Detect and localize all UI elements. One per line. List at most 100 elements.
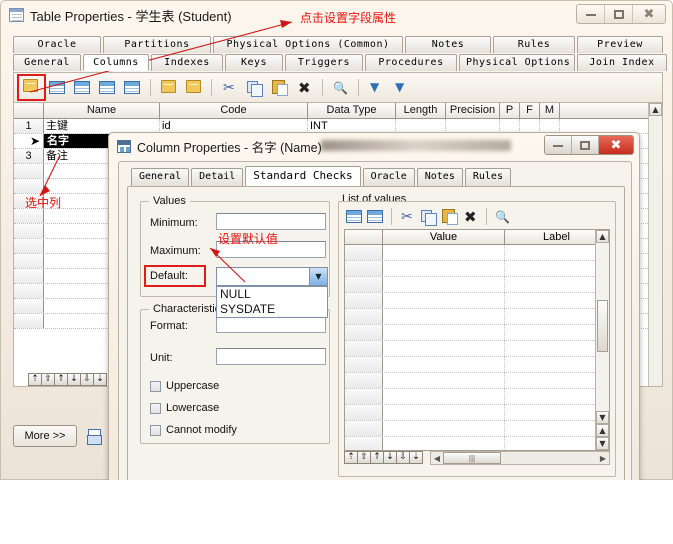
minimize-button[interactable]	[577, 5, 605, 23]
close-button[interactable]: ✖	[633, 5, 665, 23]
row-data-type[interactable]: INT	[308, 119, 396, 133]
lov-label-cell[interactable]	[505, 421, 609, 436]
last-row-icon[interactable]: ⇣	[409, 451, 423, 464]
minimum-input[interactable]	[216, 213, 326, 230]
copy-list-icon[interactable]	[158, 78, 179, 98]
insert-row-icon[interactable]	[47, 78, 68, 98]
tab-join-index[interactable]: Join Index	[577, 54, 667, 71]
list-item[interactable]	[345, 373, 609, 389]
delete-icon[interactable]: ✖	[294, 78, 315, 98]
lov-label-cell[interactable]	[505, 277, 609, 292]
tab-procedures[interactable]: Procedures	[365, 54, 457, 71]
tab-oracle[interactable]: Oracle	[13, 36, 101, 53]
scroll-top-icon[interactable]: ▲	[596, 424, 609, 437]
unit-input[interactable]	[216, 348, 326, 365]
list-item[interactable]	[345, 357, 609, 373]
lov-label-cell[interactable]	[505, 373, 609, 388]
find-icon[interactable]: 🔍	[492, 207, 511, 225]
list-item[interactable]	[345, 341, 609, 357]
list-item[interactable]	[345, 245, 609, 261]
row-p[interactable]	[500, 119, 520, 133]
paste-icon[interactable]	[269, 78, 290, 98]
scroll-right-icon[interactable]: ▶	[597, 454, 609, 463]
dialog-tab-notes[interactable]: Notes	[416, 168, 463, 186]
lov-value-cell[interactable]	[383, 293, 505, 308]
grid-vertical-scrollbar[interactable]: ▲	[648, 103, 662, 386]
lov-label-cell[interactable]	[505, 325, 609, 340]
lov-vertical-scrollbar[interactable]: ▲ ▼ ▲ ▼	[595, 230, 609, 450]
tab-keys[interactable]: Keys	[225, 54, 283, 71]
prev-row-icon[interactable]: ↑	[54, 373, 68, 386]
dialog-tab-rules[interactable]: Rules	[464, 168, 511, 186]
grid-header-data-type[interactable]: Data Type	[308, 103, 396, 118]
next-page-icon[interactable]: ⇩	[396, 451, 410, 464]
properties-icon[interactable]	[17, 74, 46, 101]
list-item[interactable]	[345, 421, 609, 437]
dropdown-option-sysdate[interactable]: SYSDATE	[217, 302, 327, 317]
add-column-icon[interactable]	[97, 78, 118, 98]
copy-icon[interactable]	[244, 78, 265, 98]
lov-label-cell[interactable]	[505, 309, 609, 324]
tab-columns[interactable]: Columns	[83, 54, 149, 71]
lov-value-cell[interactable]	[383, 325, 505, 340]
list-item[interactable]	[345, 277, 609, 293]
filter-icon[interactable]: ▼	[366, 78, 387, 98]
scrollbar-thumb[interactable]: |||	[443, 452, 501, 464]
dialog-minimize-button[interactable]	[545, 136, 572, 154]
cut-icon[interactable]: ✂	[397, 207, 416, 225]
lov-header-value[interactable]: Value	[383, 230, 505, 244]
add-row-icon[interactable]	[72, 78, 93, 98]
copy-icon[interactable]	[418, 207, 437, 226]
tab-physical-options[interactable]: Physical Options	[459, 54, 575, 71]
scroll-up-icon[interactable]: ▲	[596, 230, 609, 243]
dialog-maximize-button[interactable]	[572, 136, 599, 154]
tab-general[interactable]: General	[13, 54, 81, 71]
dialog-tab-general[interactable]: General	[131, 168, 190, 186]
paste-list-icon[interactable]	[183, 78, 204, 98]
default-dropdown-list[interactable]: NULL SYSDATE	[216, 286, 328, 318]
list-item[interactable]	[345, 309, 609, 325]
tab-indexes[interactable]: Indexes	[151, 54, 223, 71]
uppercase-checkbox[interactable]: Uppercase	[150, 380, 219, 392]
maximize-button[interactable]	[605, 5, 633, 23]
list-item[interactable]	[345, 261, 609, 277]
paste-icon[interactable]	[439, 207, 458, 225]
list-item[interactable]	[345, 405, 609, 421]
delete-icon[interactable]: ✖	[460, 207, 479, 226]
lov-label-cell[interactable]	[505, 245, 609, 260]
lov-value-cell[interactable]	[383, 309, 505, 324]
tab-notes[interactable]: Notes	[405, 36, 491, 53]
lov-label-cell[interactable]	[505, 405, 609, 420]
cut-icon[interactable]: ✂	[219, 78, 240, 98]
lov-value-cell[interactable]	[383, 389, 505, 404]
lov-label-cell[interactable]	[505, 357, 609, 372]
lowercase-checkbox[interactable]: Lowercase	[150, 402, 219, 414]
dialog-tab-standard-checks[interactable]: Standard Checks	[245, 166, 361, 186]
grid-header-precision[interactable]: Precision	[446, 103, 500, 118]
lov-value-cell[interactable]	[383, 373, 505, 388]
lov-value-cell[interactable]	[383, 261, 505, 276]
tab-physical-options-common[interactable]: Physical Options (Common)	[213, 36, 403, 53]
more-button[interactable]: More >>	[13, 425, 77, 447]
next-row-icon[interactable]: ↓	[67, 373, 81, 386]
lov-value-cell[interactable]	[383, 357, 505, 372]
lov-value-cell[interactable]	[383, 421, 505, 436]
lov-label-cell[interactable]	[505, 293, 609, 308]
lov-value-cell[interactable]	[383, 437, 505, 450]
row-m[interactable]	[540, 119, 560, 133]
row-length[interactable]	[396, 119, 446, 133]
lov-value-cell[interactable]	[383, 405, 505, 420]
print-icon[interactable]	[87, 429, 102, 445]
dropdown-option-null[interactable]: NULL	[217, 287, 327, 302]
grid-header-f[interactable]: F	[520, 103, 540, 118]
tab-preview[interactable]: Preview	[577, 36, 663, 53]
scrollbar-thumb[interactable]	[597, 300, 608, 352]
next-row-icon[interactable]: ↓	[383, 451, 397, 464]
list-item[interactable]	[345, 437, 609, 450]
grid-header-m[interactable]: M	[540, 103, 560, 118]
tab-triggers[interactable]: Triggers	[285, 54, 363, 71]
list-of-values-grid[interactable]: Value Label ▲ ▼ ▲ ▼	[344, 229, 610, 451]
prev-page-icon[interactable]: ⇧	[41, 373, 55, 386]
format-input[interactable]	[216, 316, 326, 333]
lov-value-cell[interactable]	[383, 341, 505, 356]
